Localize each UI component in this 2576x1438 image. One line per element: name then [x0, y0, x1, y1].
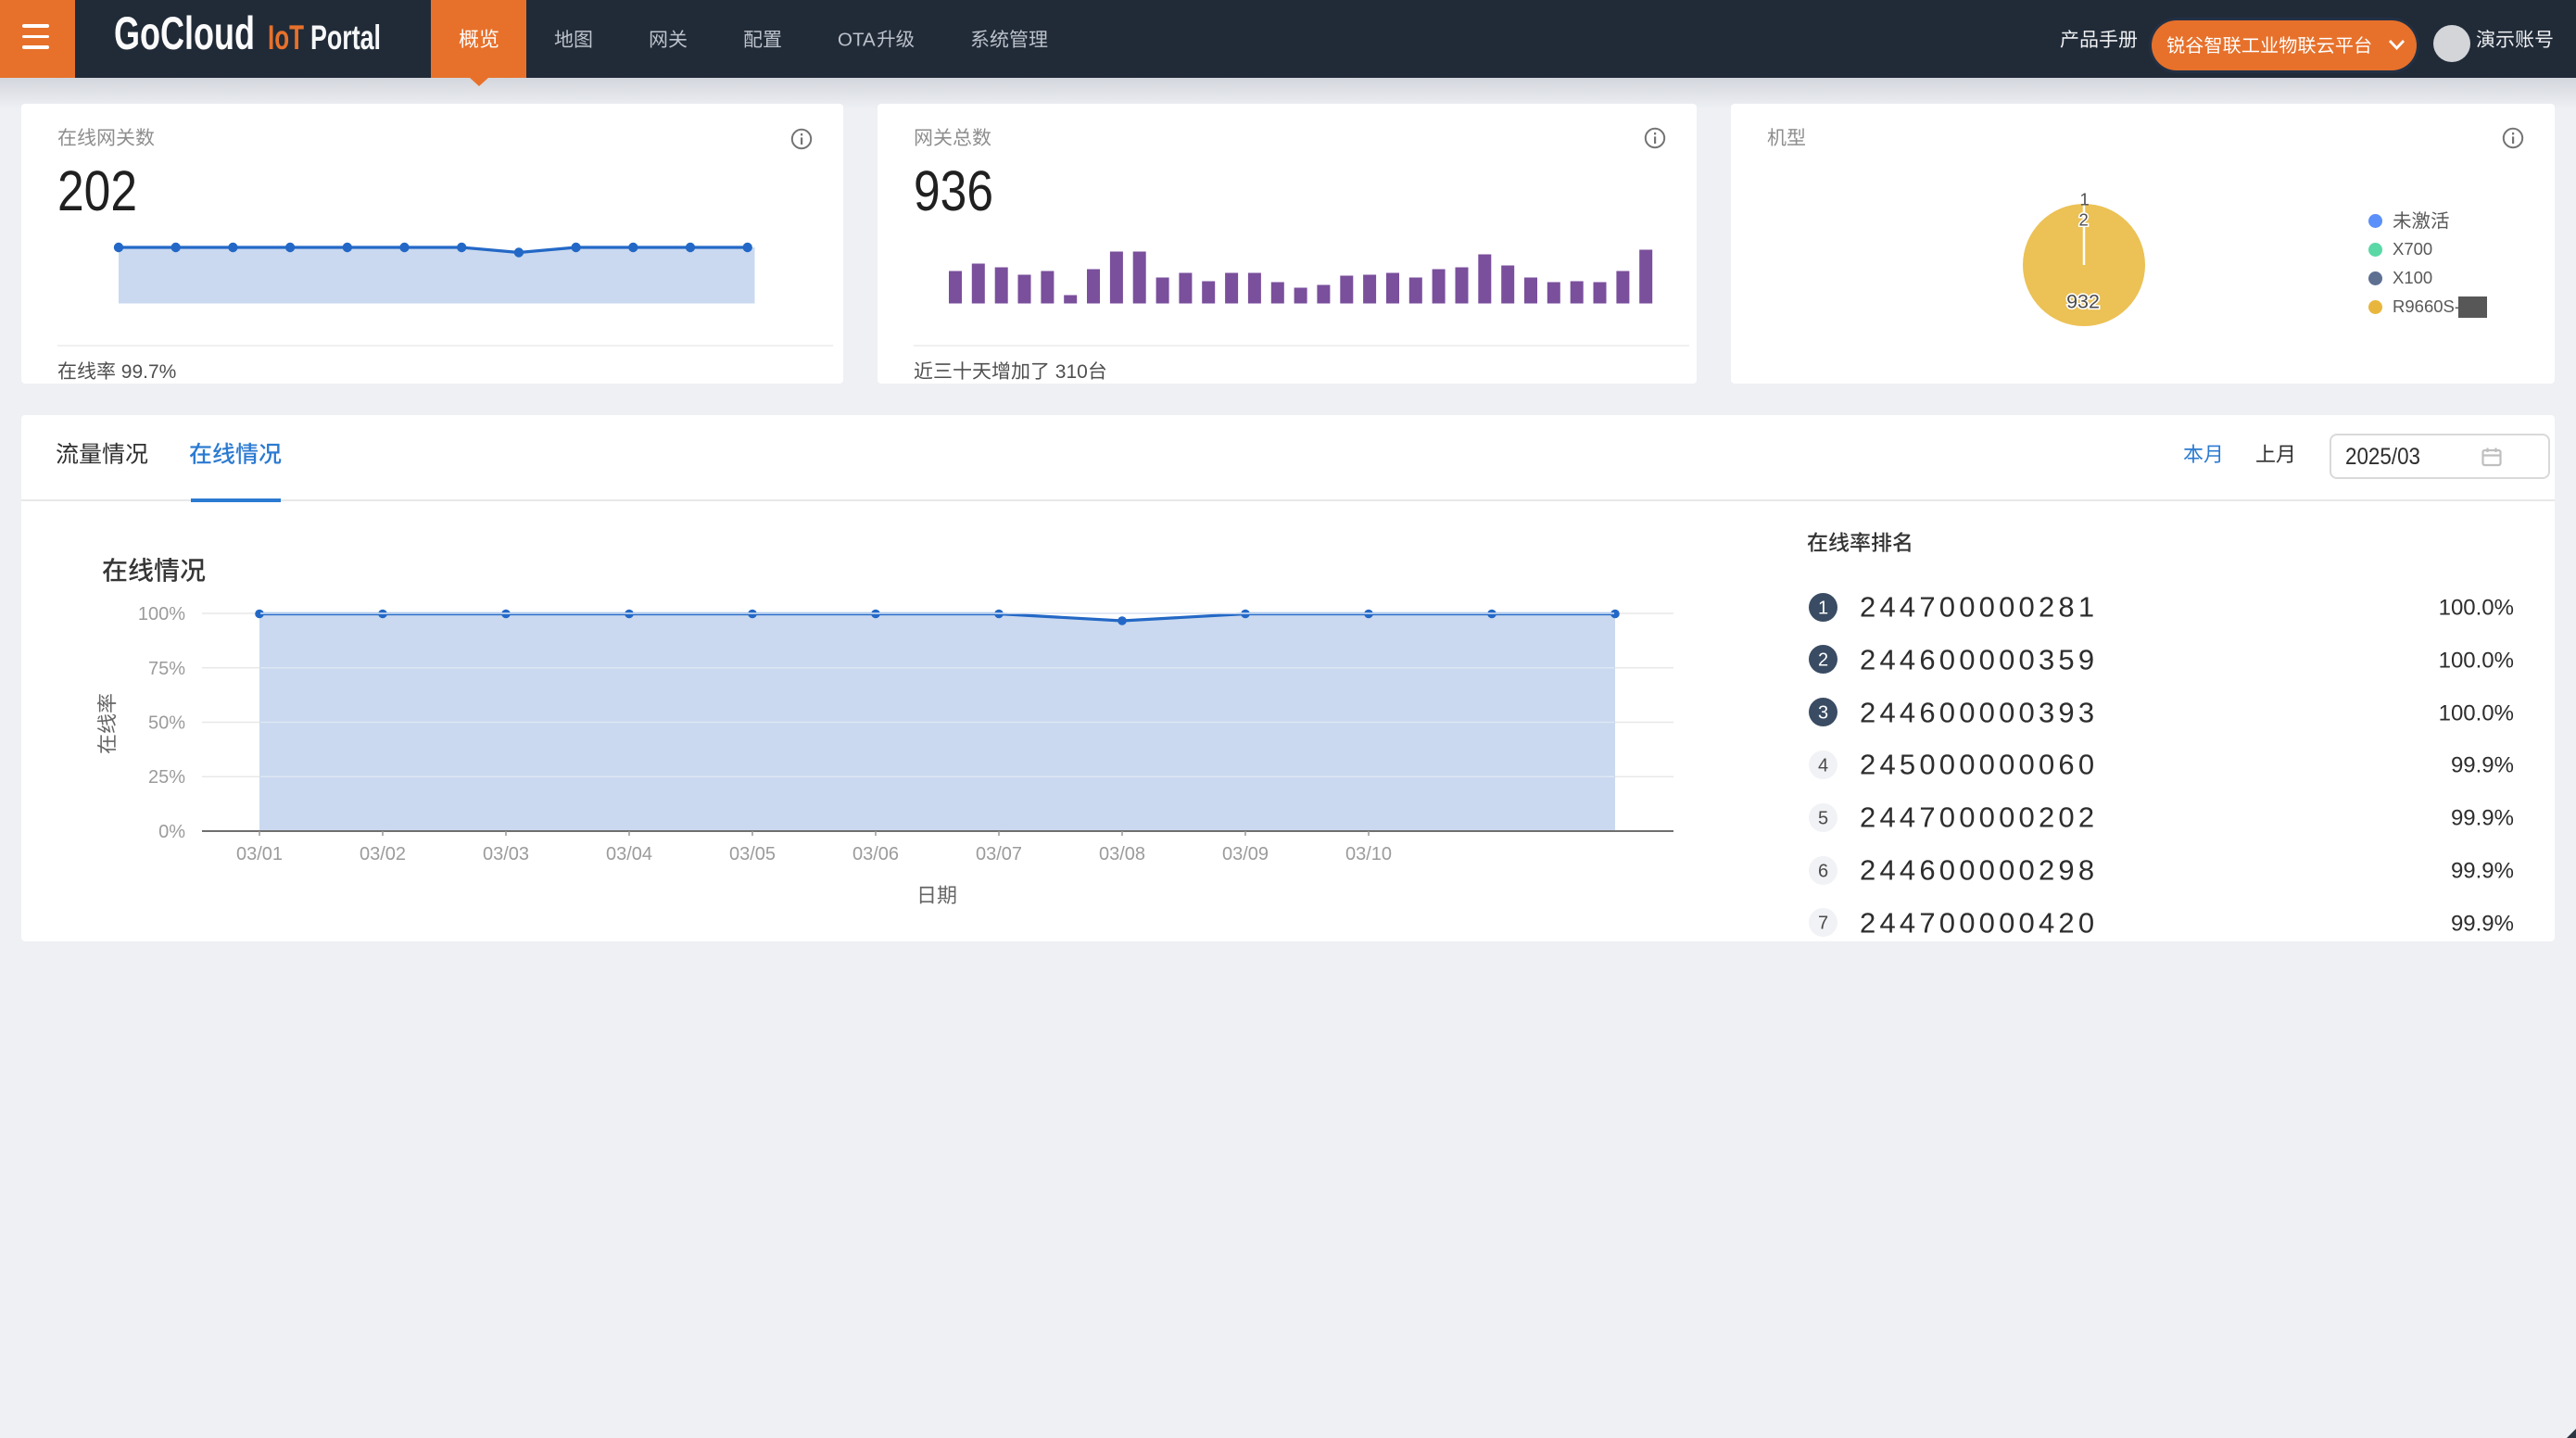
- svg-text:2: 2: [1817, 650, 1827, 671]
- svg-text:99.9%: 99.9%: [2451, 859, 2514, 884]
- svg-text:3: 3: [1817, 703, 1827, 724]
- svg-text:03/10: 03/10: [1345, 844, 1392, 864]
- svg-text:50%: 50%: [148, 713, 185, 734]
- svg-text:99.9%: 99.9%: [2451, 753, 2514, 778]
- svg-text:1: 1: [1817, 598, 1827, 618]
- svg-text:244700000202: 244700000202: [1860, 801, 2098, 834]
- svg-text:25%: 25%: [148, 767, 185, 788]
- svg-text:244700000420: 244700000420: [1860, 906, 2098, 939]
- svg-text:1: 1: [2080, 190, 2090, 209]
- svg-text:03/04: 03/04: [606, 844, 652, 864]
- svg-text:5: 5: [1817, 808, 1827, 828]
- svg-text:244600000359: 244600000359: [1860, 643, 2098, 675]
- svg-text:2: 2: [2079, 210, 2089, 230]
- svg-text:0%: 0%: [158, 822, 185, 842]
- svg-text:245000000060: 245000000060: [1860, 749, 2098, 781]
- svg-text:03/07: 03/07: [976, 844, 1022, 864]
- svg-text:75%: 75%: [148, 659, 185, 679]
- svg-text:244600000298: 244600000298: [1860, 854, 2098, 887]
- svg-text:244700000281: 244700000281: [1860, 591, 2098, 624]
- svg-text:03/06: 03/06: [852, 844, 899, 864]
- svg-text:2025/03: 2025/03: [2345, 444, 2420, 470]
- svg-text:4: 4: [1817, 755, 1827, 776]
- svg-text:03/09: 03/09: [1222, 844, 1269, 864]
- svg-text:03/01: 03/01: [236, 844, 283, 864]
- svg-text:100.0%: 100.0%: [2439, 700, 2514, 725]
- svg-text:932: 932: [2066, 291, 2100, 313]
- svg-text:X100: X100: [2393, 268, 2432, 287]
- svg-text:03/08: 03/08: [1099, 844, 1145, 864]
- svg-text:100.0%: 100.0%: [2439, 596, 2514, 621]
- svg-text:03/02: 03/02: [360, 844, 406, 864]
- svg-text:03/05: 03/05: [729, 844, 776, 864]
- svg-text:03/03: 03/03: [483, 844, 529, 864]
- svg-text:X700: X700: [2393, 239, 2432, 259]
- svg-text:7: 7: [1817, 914, 1827, 934]
- svg-text:244600000393: 244600000393: [1860, 696, 2098, 728]
- svg-text:100%: 100%: [138, 604, 185, 624]
- svg-text:99.9%: 99.9%: [2451, 806, 2514, 831]
- svg-text:100.0%: 100.0%: [2439, 648, 2514, 673]
- svg-text:R9660S-: R9660S-: [2393, 296, 2460, 316]
- svg-text:99.9%: 99.9%: [2451, 911, 2514, 936]
- svg-text:6: 6: [1817, 861, 1827, 881]
